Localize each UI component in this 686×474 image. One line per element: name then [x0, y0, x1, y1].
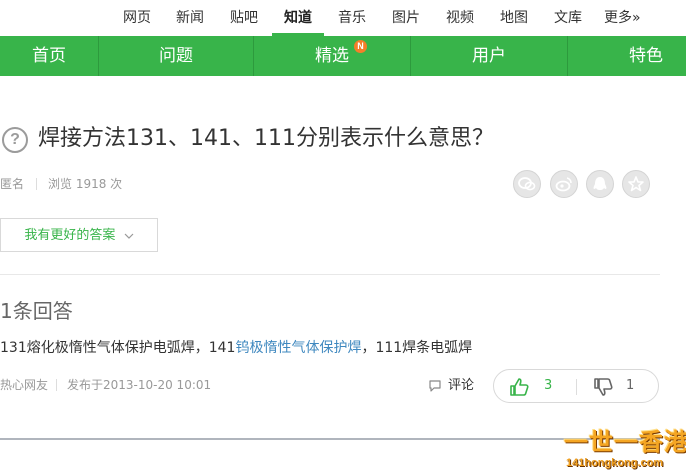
- star-icon[interactable]: [622, 170, 650, 198]
- thumbs-down-icon[interactable]: [592, 376, 614, 398]
- nav-more[interactable]: 更多»: [604, 9, 641, 27]
- new-badge: N: [354, 40, 367, 53]
- meta-divider: [36, 178, 37, 190]
- top-search-nav: 网页 新闻 贴吧 知道 音乐 图片 视频 地图 文库 更多»: [0, 0, 686, 36]
- section-divider: [0, 274, 660, 275]
- question-circle-icon: ?: [2, 127, 28, 153]
- question-views: 浏览 1918 次: [48, 177, 123, 191]
- chevron-down-icon: [124, 233, 134, 239]
- menu-questions[interactable]: 问题: [99, 36, 253, 76]
- main-menu-bar: 首页 问题 精选 N 用户 特色: [0, 36, 686, 76]
- menu-users[interactable]: 用户: [411, 36, 567, 76]
- menu-home[interactable]: 首页: [0, 36, 98, 76]
- upvote-count: 3: [544, 378, 553, 393]
- answer-author[interactable]: 热心网友: [0, 377, 48, 393]
- question-title: 焊接方法131、141、111分别表示什么意思？: [38, 126, 494, 151]
- vote-divider: [576, 379, 577, 395]
- watermark-logo: 一世一香港 141hongkong.com: [558, 428, 686, 474]
- comment-label: 评论: [448, 378, 475, 393]
- answer-text-part: ，111焊条电弧焊: [361, 340, 473, 356]
- answer-published-time: 发布于2013-10-20 10:01: [67, 378, 212, 392]
- answer-keyword-link[interactable]: 钨极惰性气体保护焊: [235, 340, 361, 356]
- wechat-icon[interactable]: [513, 170, 541, 198]
- nav-tieba[interactable]: 贴吧: [230, 9, 258, 27]
- nav-wenku[interactable]: 文库: [554, 9, 582, 27]
- menu-featured[interactable]: 精选: [254, 36, 410, 76]
- watermark-url: 141hongkong.com: [566, 457, 664, 469]
- qq-icon[interactable]: [586, 170, 614, 198]
- question-author: 匿名: [0, 177, 25, 191]
- weibo-icon[interactable]: [550, 170, 578, 198]
- vote-box: 3 1: [493, 369, 659, 403]
- better-answer-label: 我有更好的答案: [24, 228, 116, 243]
- nav-music[interactable]: 音乐: [338, 9, 366, 27]
- nav-news[interactable]: 新闻: [176, 9, 204, 27]
- watermark-text: 一世一香港: [564, 428, 686, 456]
- nav-web[interactable]: 网页: [123, 9, 151, 27]
- comment-button[interactable]: 评论: [428, 377, 474, 395]
- thumbs-up-icon[interactable]: [508, 376, 530, 398]
- nav-images[interactable]: 图片: [392, 9, 420, 27]
- better-answer-button[interactable]: 我有更好的答案: [0, 218, 158, 252]
- answer-text-part: 131熔化极惰性气体保护电弧焊，141: [0, 340, 236, 356]
- meta-divider: [56, 379, 57, 391]
- answer-text: 131熔化极惰性气体保护电弧焊，141钨极惰性气体保护焊，111焊条电弧焊: [0, 338, 472, 358]
- nav-zhidao[interactable]: 知道: [284, 9, 312, 27]
- nav-video[interactable]: 视频: [446, 9, 474, 27]
- downvote-count: 1: [626, 378, 635, 393]
- comment-icon: [429, 380, 441, 392]
- answer-count-title: 1条回答: [0, 299, 73, 323]
- nav-map[interactable]: 地图: [500, 9, 528, 27]
- menu-special[interactable]: 特色: [568, 36, 686, 76]
